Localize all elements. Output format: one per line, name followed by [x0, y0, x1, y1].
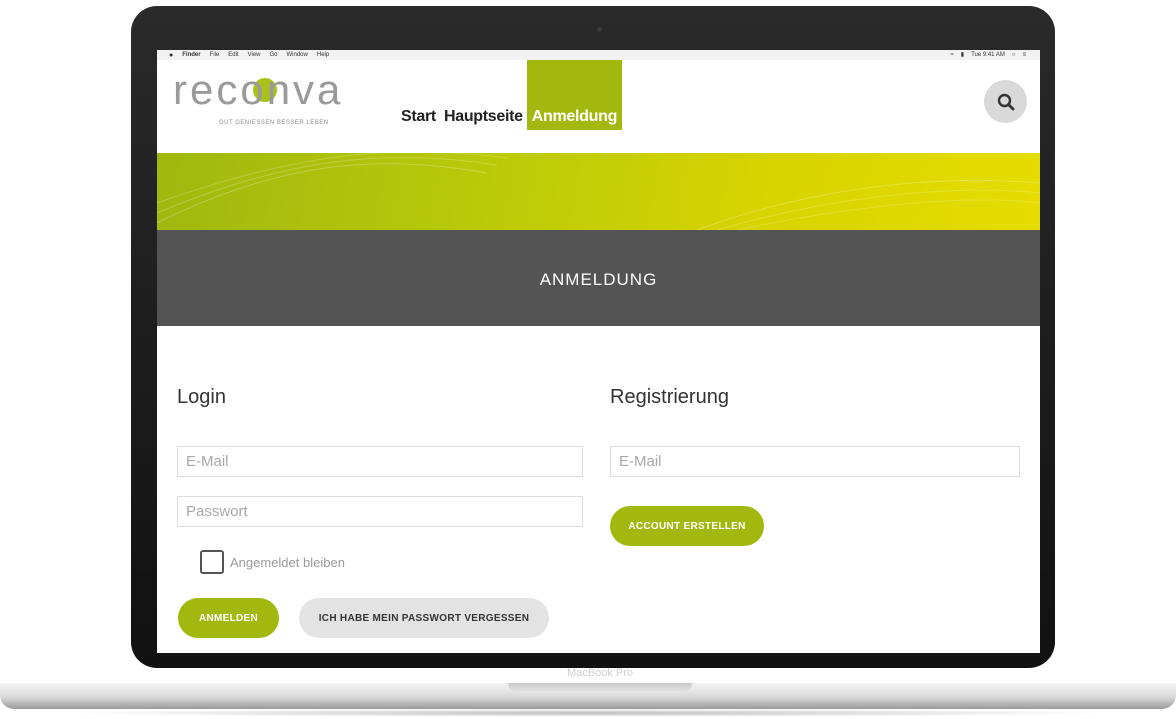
- menu-file[interactable]: File: [210, 52, 220, 58]
- menu-go[interactable]: Go: [270, 52, 278, 58]
- laptop-shadow: [60, 709, 1116, 717]
- logo-tagline: GUT GENIESSEN BESSER LEBEN: [219, 120, 329, 126]
- nav-hauptseite[interactable]: Hauptseite: [440, 108, 527, 130]
- menu-finder[interactable]: Finder: [182, 52, 200, 58]
- page-title-band: ANMELDUNG: [157, 230, 1040, 326]
- apple-icon[interactable]: ●: [169, 52, 173, 59]
- menu-help[interactable]: Help: [317, 52, 329, 58]
- search-button[interactable]: [984, 80, 1027, 123]
- site-logo[interactable]: reconva GUT GENIESSEN BESSER LEBEN: [173, 66, 378, 132]
- forgot-password-button[interactable]: ICH HABE MEIN PASSWORT VERGESSEN: [299, 598, 549, 638]
- remember-me-label: Angemeldet bleiben: [230, 555, 345, 570]
- control-center-icon[interactable]: ≡: [1022, 52, 1026, 58]
- site-header: reconva GUT GENIESSEN BESSER LEBEN Start…: [157, 60, 1040, 153]
- spotlight-icon[interactable]: ○: [1012, 52, 1016, 58]
- register-heading: Registrierung: [610, 386, 729, 408]
- nav-start[interactable]: Start: [397, 108, 440, 130]
- main-nav: Start Hauptseite Anmeldung: [397, 60, 623, 130]
- login-password-input[interactable]: [177, 496, 583, 527]
- mac-menubar: ● Finder File Edit View Go Window Help ≈…: [157, 50, 1040, 60]
- login-heading: Login: [177, 386, 226, 408]
- hero-banner: [157, 153, 1040, 230]
- login-button[interactable]: ANMELDEN: [178, 598, 279, 638]
- battery-icon[interactable]: ▮: [961, 51, 964, 58]
- camera-dot: [597, 27, 602, 32]
- laptop-base-notch: [508, 683, 692, 693]
- screen: ● Finder File Edit View Go Window Help ≈…: [157, 50, 1040, 653]
- nav-anmeldung[interactable]: Anmeldung: [526, 60, 623, 130]
- create-account-button[interactable]: ACCOUNT ERSTELLEN: [610, 506, 764, 546]
- menubar-clock[interactable]: Tue 9:41 AM: [971, 52, 1005, 58]
- login-email-input[interactable]: [177, 446, 583, 477]
- banner-wave-lines: [157, 153, 1040, 230]
- wifi-icon[interactable]: ≈: [950, 52, 953, 58]
- register-email-input[interactable]: [610, 446, 1020, 477]
- menu-view[interactable]: View: [248, 52, 261, 58]
- menu-window[interactable]: Window: [287, 52, 308, 58]
- menu-edit[interactable]: Edit: [228, 52, 238, 58]
- remember-me-checkbox[interactable]: [200, 550, 224, 574]
- search-icon: [997, 93, 1014, 110]
- logo-wordmark: reconva: [173, 66, 344, 113]
- device-label: MacBook Pro: [566, 667, 634, 679]
- page-title: ANMELDUNG: [539, 270, 658, 289]
